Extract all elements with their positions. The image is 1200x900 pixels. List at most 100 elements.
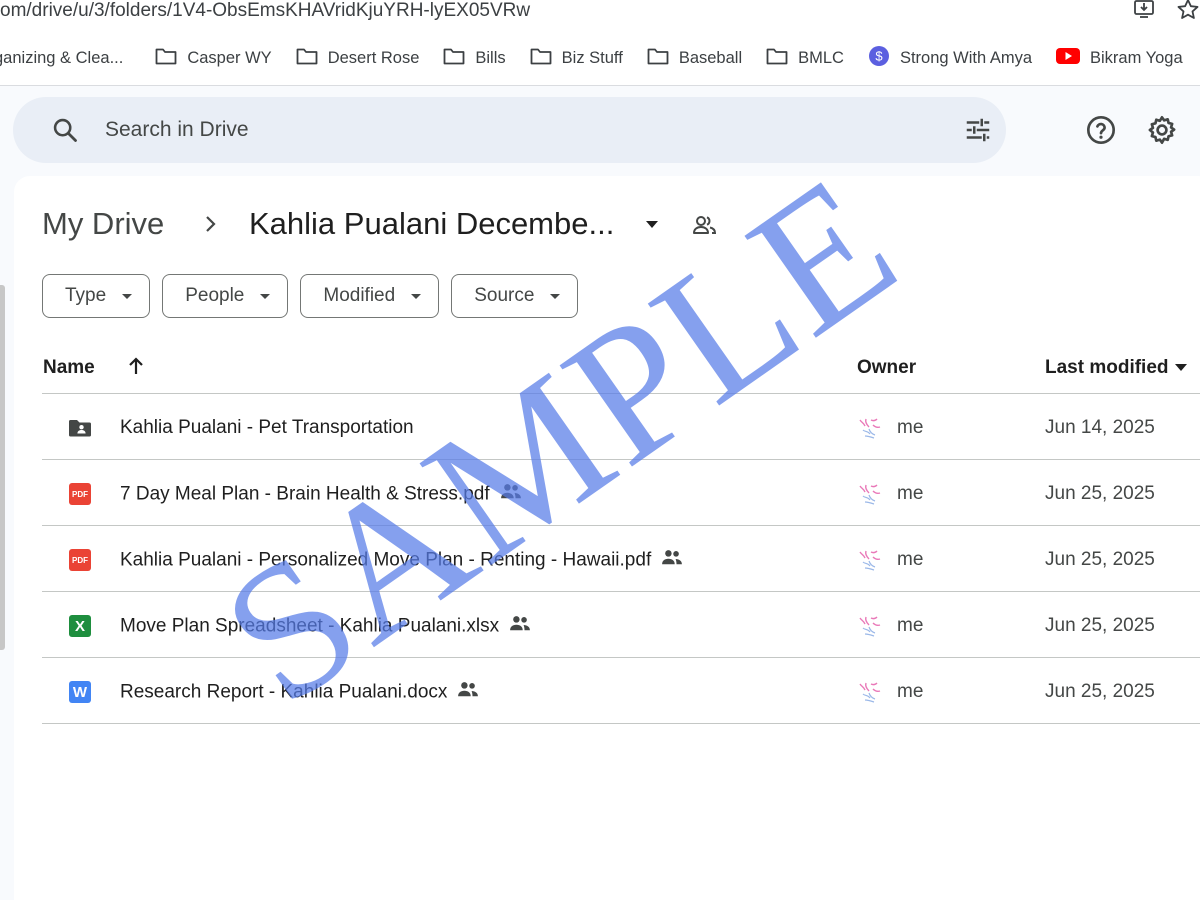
folder-icon bbox=[155, 47, 187, 70]
filter-chip-label: Type bbox=[65, 285, 107, 306]
filter-chip-label: Modified bbox=[323, 285, 396, 306]
pdf-file-icon: PDF bbox=[68, 548, 92, 572]
bookmark-biz-stuff[interactable]: Biz Stuff bbox=[530, 47, 623, 70]
pdf-file-icon: PDF bbox=[68, 482, 92, 506]
file-owner: me bbox=[897, 615, 924, 636]
column-last-modified-label: Last modified bbox=[1045, 357, 1169, 379]
file-row[interactable]: X Move Plan Spreadsheet - Kahlia Pualani.… bbox=[42, 592, 1200, 658]
owner-avatar bbox=[857, 482, 883, 506]
file-name[interactable]: 7 Day Meal Plan - Brain Health & Stress.… bbox=[120, 482, 522, 507]
file-name[interactable]: Research Report - Kahlia Pualani.docx bbox=[120, 680, 479, 705]
dollar-circle-icon: $ bbox=[868, 45, 900, 72]
filter-chip-modified[interactable]: Modified bbox=[300, 274, 440, 318]
shared-people-icon[interactable] bbox=[692, 213, 718, 242]
bookmark-label: Biz Stuff bbox=[561, 49, 623, 67]
bookmark-label: Desert Rose bbox=[327, 49, 420, 67]
bookmark-label: Bikram Yoga bbox=[1090, 49, 1183, 67]
file-row[interactable]: W Research Report - Kahlia Pualani.docx me… bbox=[42, 658, 1200, 724]
search-bar[interactable]: Search in Drive bbox=[13, 97, 1006, 163]
owner-avatar bbox=[857, 416, 883, 440]
file-owner: me bbox=[897, 549, 924, 570]
file-owner: me bbox=[897, 417, 924, 438]
bookmark-label: Bills bbox=[475, 49, 506, 67]
bookmark-label: Strong With Amya bbox=[899, 49, 1033, 67]
folder-menu-dropdown-icon[interactable] bbox=[642, 216, 662, 237]
file-last-modified: Jun 25, 2025 bbox=[1045, 483, 1155, 504]
file-owner: me bbox=[897, 483, 924, 504]
shared-folder-icon bbox=[68, 416, 92, 440]
settings-gear-icon[interactable] bbox=[1146, 114, 1178, 151]
file-row[interactable]: PDF Kahlia Pualani - Personalized Move Pl… bbox=[42, 526, 1200, 592]
folder-icon bbox=[530, 47, 562, 70]
file-list: Kahlia Pualani - Pet Transportation me Jun… bbox=[42, 394, 1200, 724]
file-last-modified: Jun 14, 2025 bbox=[1045, 417, 1155, 438]
sidebar-scroll-handle[interactable] bbox=[0, 285, 5, 650]
bookmark-label: Baseball bbox=[678, 49, 743, 67]
filter-chip-label: People bbox=[185, 285, 245, 306]
file-last-modified: Jun 25, 2025 bbox=[1045, 549, 1155, 570]
column-owner-header[interactable]: Owner bbox=[857, 357, 916, 379]
bookmark-star-icon[interactable] bbox=[1176, 0, 1200, 25]
search-input[interactable]: Search in Drive bbox=[105, 116, 249, 144]
help-icon[interactable] bbox=[1085, 114, 1117, 151]
caret-down-icon[interactable] bbox=[1173, 357, 1189, 379]
bookmark-bills[interactable]: Bills bbox=[443, 47, 506, 70]
shared-people-icon bbox=[457, 680, 479, 705]
filter-chip-source[interactable]: Source bbox=[451, 274, 579, 318]
word-document-icon: W bbox=[68, 680, 92, 704]
sort-ascending-arrow-icon[interactable] bbox=[126, 354, 146, 383]
shared-people-icon bbox=[509, 614, 531, 639]
file-name[interactable]: Kahlia Pualani - Pet Transportation bbox=[120, 416, 414, 440]
shared-people-icon bbox=[500, 482, 522, 507]
bookmark-ganizing-clea[interactable]: ganizing & Clea... bbox=[0, 49, 123, 68]
search-options-icon[interactable] bbox=[963, 115, 993, 150]
address-bar[interactable]: om/drive/u/3/folders/1V4-ObsEmsKHAVridKj… bbox=[0, 0, 1200, 32]
filter-chip-type[interactable]: Type bbox=[42, 274, 151, 318]
file-name-text: Research Report - Kahlia Pualani.docx bbox=[120, 681, 448, 703]
filter-chip-label: Source bbox=[474, 285, 535, 306]
spreadsheet-file-icon: X bbox=[68, 614, 92, 638]
bookmark-bikram-yoga[interactable]: Bikram Yoga bbox=[1056, 47, 1183, 70]
file-last-modified: Jun 25, 2025 bbox=[1045, 615, 1155, 636]
file-list-header: Name Owner Last modified bbox=[42, 340, 1200, 394]
breadcrumb-current-folder[interactable]: Kahlia Pualani Decembe... bbox=[249, 205, 614, 243]
column-last-modified-header[interactable]: Last modified bbox=[1045, 357, 1189, 379]
bookmark-desert-rose[interactable]: Desert Rose bbox=[296, 47, 420, 70]
file-name-text: Kahlia Pualani - Personalized Move Plan … bbox=[120, 549, 652, 571]
file-name[interactable]: Move Plan Spreadsheet - Kahlia Pualani.x… bbox=[120, 614, 531, 639]
folder-icon bbox=[443, 47, 475, 70]
file-name-text: Kahlia Pualani - Pet Transportation bbox=[120, 417, 414, 438]
owner-avatar bbox=[857, 614, 883, 638]
bookmark-label: BMLC bbox=[798, 49, 844, 67]
caret-down-icon bbox=[548, 285, 562, 307]
file-name-text: 7 Day Meal Plan - Brain Health & Stress.… bbox=[120, 483, 490, 505]
folder-icon bbox=[296, 47, 328, 70]
chevron-right-icon bbox=[202, 212, 220, 241]
filter-chip-people[interactable]: People bbox=[162, 274, 289, 318]
bookmark-strong-with-amya[interactable]: $ Strong With Amya bbox=[868, 45, 1032, 72]
caret-down-icon bbox=[258, 285, 272, 307]
column-name-header[interactable]: Name bbox=[43, 357, 95, 379]
folder-icon bbox=[647, 47, 679, 70]
file-name-text: Move Plan Spreadsheet - Kahlia Pualani.x… bbox=[120, 615, 500, 637]
bookmark-label: ganizing & Clea... bbox=[0, 49, 124, 67]
owner-avatar bbox=[857, 548, 883, 572]
folder-icon bbox=[766, 47, 798, 70]
install-app-icon[interactable] bbox=[1132, 0, 1156, 25]
file-row[interactable]: PDF 7 Day Meal Plan - Brain Health & Stre… bbox=[42, 460, 1200, 526]
url-text[interactable]: om/drive/u/3/folders/1V4-ObsEmsKHAVridKj… bbox=[0, 0, 530, 22]
shared-people-icon bbox=[661, 548, 683, 573]
filter-chips: Type People Modified Source bbox=[42, 274, 579, 318]
file-name[interactable]: Kahlia Pualani - Personalized Move Plan … bbox=[120, 548, 683, 573]
svg-text:$: $ bbox=[875, 49, 883, 64]
caret-down-icon bbox=[409, 285, 423, 307]
bookmark-baseball[interactable]: Baseball bbox=[647, 47, 742, 70]
bookmark-label: Casper WY bbox=[187, 49, 272, 67]
search-icon[interactable] bbox=[51, 116, 79, 149]
breadcrumb-my-drive[interactable]: My Drive bbox=[42, 205, 164, 243]
youtube-icon bbox=[1056, 47, 1090, 70]
file-row[interactable]: Kahlia Pualani - Pet Transportation me Jun… bbox=[42, 394, 1200, 460]
caret-down-icon bbox=[120, 285, 134, 307]
bookmark-bmlc[interactable]: BMLC bbox=[766, 47, 844, 70]
bookmark-casper-wy[interactable]: Casper WY bbox=[155, 47, 272, 70]
